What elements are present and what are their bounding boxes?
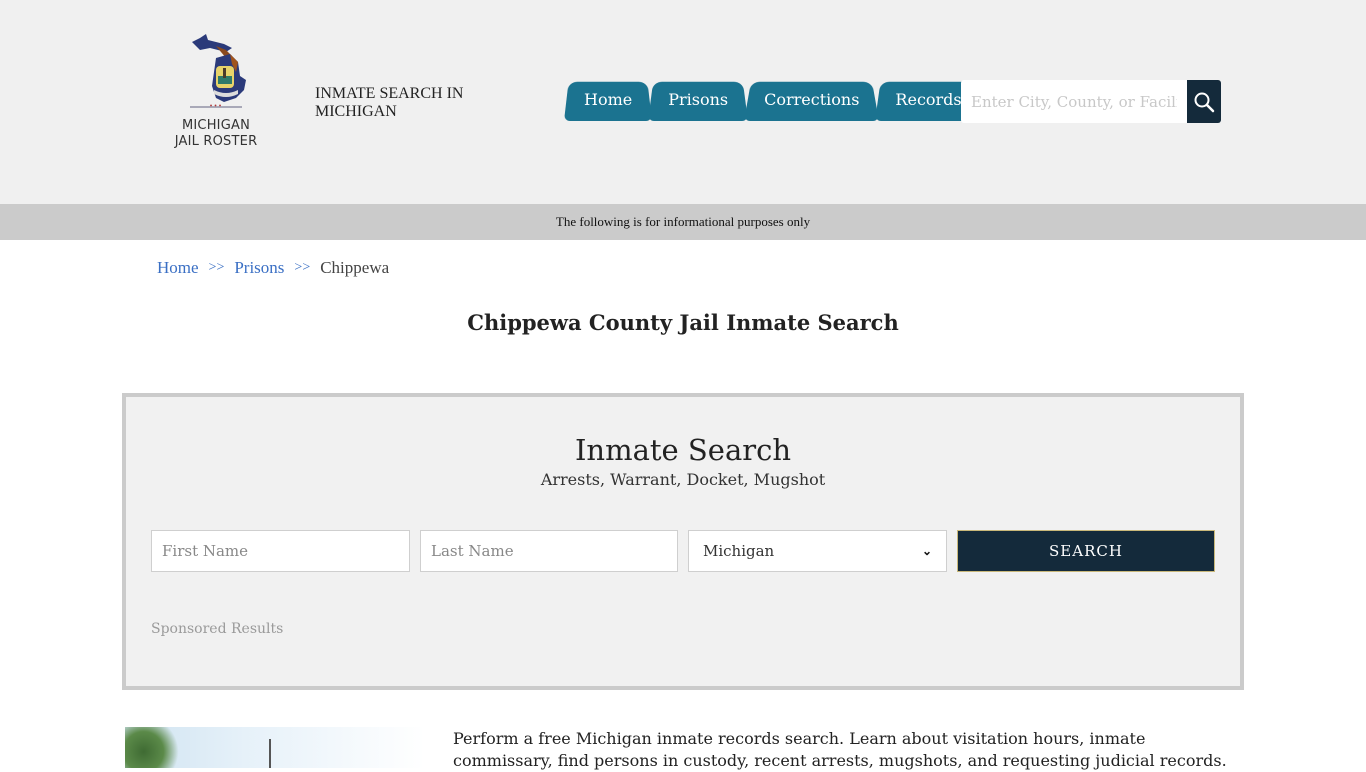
nav-home-label: Home [584, 89, 633, 109]
tree-image-detail [125, 727, 187, 768]
breadcrumb-separator: >> [294, 260, 311, 275]
nav-prisons-label: Prisons [668, 89, 729, 109]
main-nav: Home Prisons Corrections Records [564, 77, 978, 121]
site-header: ••• MICHIGAN JAIL ROSTER INMATE SEARCH I… [0, 0, 1366, 204]
site-logo[interactable]: ••• MICHIGAN JAIL ROSTER [166, 32, 266, 154]
panel-subtitle: Arrests, Warrant, Docket, Mugshot [540, 470, 826, 489]
flagpole-image-detail [269, 739, 271, 768]
panel-title: Inmate Search [574, 433, 792, 467]
nav-prisons[interactable]: Prisons [648, 77, 748, 121]
state-select-value: Michigan [703, 542, 775, 560]
nav-home[interactable]: Home [564, 77, 652, 121]
breadcrumb-home[interactable]: Home [157, 257, 199, 279]
site-search [961, 80, 1221, 123]
nav-corrections-label: Corrections [764, 89, 860, 109]
logo-text-line2: JAIL ROSTER [174, 134, 258, 149]
info-bar: The following is for informational purpo… [0, 204, 1366, 240]
logo-text: MICHIGAN JAIL ROSTER [166, 118, 266, 150]
breadcrumb: Home >> Prisons >> Chippewa [157, 257, 389, 279]
inmate-search-button[interactable]: SEARCH [957, 530, 1215, 572]
site-search-input[interactable] [961, 80, 1187, 123]
facility-image [125, 727, 425, 768]
nav-corrections[interactable]: Corrections [744, 77, 879, 121]
state-select[interactable]: Michigan ⌄ [688, 530, 947, 572]
search-icon [1194, 92, 1215, 112]
breadcrumb-separator: >> [208, 260, 225, 275]
inmate-search-panel: Inmate Search Arrests, Warrant, Docket, … [122, 393, 1244, 690]
site-search-button[interactable] [1187, 80, 1221, 123]
intro-text: Perform a free Michigan inmate records s… [453, 729, 1227, 770]
breadcrumb-prisons[interactable]: Prisons [234, 257, 284, 279]
page-title: Chippewa County Jail Inmate Search [467, 310, 899, 335]
first-name-input[interactable] [151, 530, 410, 572]
breadcrumb-current: Chippewa [320, 258, 390, 277]
logo-text-line1: MICHIGAN [181, 118, 251, 133]
logo-stars-icon: ••• [209, 103, 223, 110]
last-name-input[interactable] [420, 530, 678, 572]
nav-records-label: Records [895, 89, 962, 109]
site-tagline: INMATE SEARCH IN MICHIGAN [315, 85, 464, 120]
michigan-map-icon [192, 34, 246, 102]
sponsored-results-label: Sponsored Results [151, 621, 284, 637]
chevron-down-icon: ⌄ [921, 544, 932, 558]
